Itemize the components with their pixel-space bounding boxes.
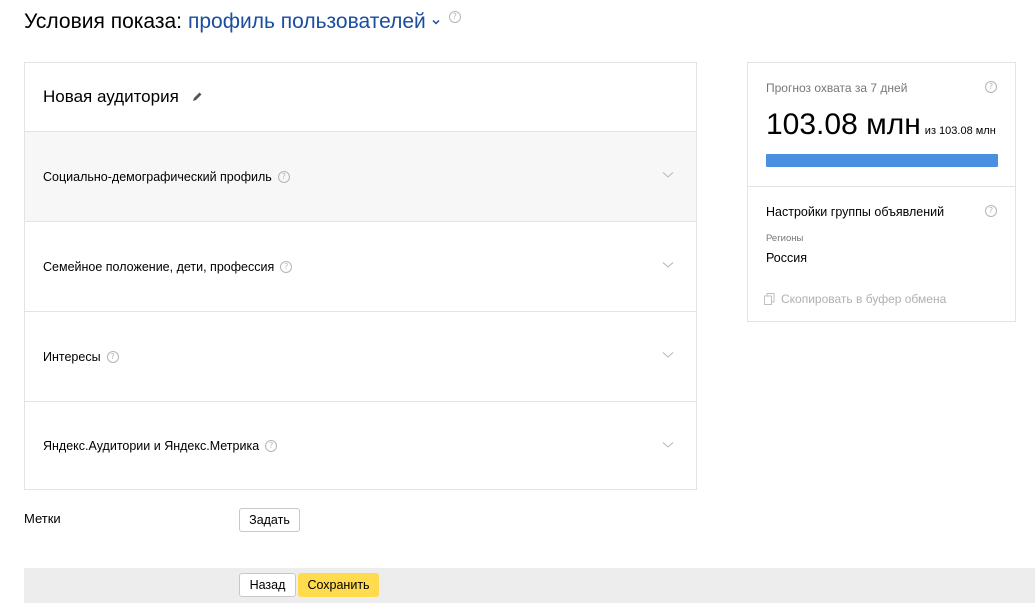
help-icon[interactable]: ? [265, 440, 278, 452]
copy-icon [764, 293, 775, 305]
reach-value: 103.08 млн из 103.08 млн [766, 108, 996, 142]
section-interests[interactable]: Интересы ? [25, 312, 696, 402]
copy-to-clipboard-link[interactable]: Скопировать в буфер обмена [764, 292, 946, 306]
save-button[interactable]: Сохранить [298, 573, 379, 597]
reach-forecast: Прогноз охвата за 7 дней ? 103.08 млн из… [748, 63, 1015, 187]
chevron-down-icon [662, 352, 674, 358]
regions-value: Россия [766, 251, 807, 265]
help-icon[interactable]: ? [277, 170, 290, 183]
section-label: Яндекс.Аудитории и Яндекс.Метрика [43, 439, 260, 453]
section-yandex-audiences[interactable]: Яндекс.Аудитории и Яндекс.Метрика ? [25, 402, 696, 490]
pencil-icon[interactable] [191, 91, 203, 103]
help-icon[interactable]: ? [448, 11, 461, 23]
audience-header: Новая аудитория [25, 63, 696, 132]
settings-title: Настройки группы объявлений [766, 205, 945, 219]
help-icon[interactable]: ? [106, 350, 119, 363]
set-tags-button[interactable]: Задать [239, 508, 300, 532]
footer-bar [24, 568, 1035, 603]
section-socio-demographic[interactable]: Социально-демографический профиль ? [25, 132, 696, 222]
reach-amount: 103.08 млн [766, 108, 921, 141]
reach-total: из 103.08 млн [924, 125, 996, 137]
chevron-down-icon [432, 19, 440, 25]
help-icon[interactable]: ? [280, 260, 293, 273]
targeting-type-label: профиль пользователей [187, 10, 426, 33]
audience-panel: Новая аудитория Социально-демографически… [24, 62, 697, 490]
section-label: Социально-демографический профиль [43, 169, 272, 184]
chevron-down-icon [662, 262, 674, 268]
side-panel: Прогноз охвата за 7 дней ? 103.08 млн из… [747, 62, 1016, 322]
section-family-profession[interactable]: Семейное положение, дети, профессия ? [25, 222, 696, 312]
page-header: Условия показа: профиль пользователей ? [24, 10, 461, 34]
forecast-title: Прогноз охвата за 7 дней [766, 81, 908, 95]
back-button[interactable]: Назад [239, 573, 296, 597]
copy-link-label: Скопировать в буфер обмена [781, 292, 947, 306]
tags-label: Метки [24, 511, 61, 526]
help-icon[interactable]: ? [985, 205, 997, 217]
targeting-type-dropdown[interactable]: профиль пользователей [188, 10, 441, 34]
reach-progress-bar [766, 154, 998, 167]
help-icon[interactable]: ? [985, 81, 997, 93]
reach-progress-fill [766, 154, 998, 167]
section-label: Интересы [43, 349, 101, 364]
audience-name: Новая аудитория [43, 87, 179, 106]
chevron-down-icon [662, 442, 674, 448]
chevron-down-icon [662, 172, 674, 178]
regions-label: Регионы [766, 233, 804, 244]
section-label: Семейное положение, дети, профессия [43, 259, 275, 274]
page-title: Условия показа: [24, 10, 182, 33]
